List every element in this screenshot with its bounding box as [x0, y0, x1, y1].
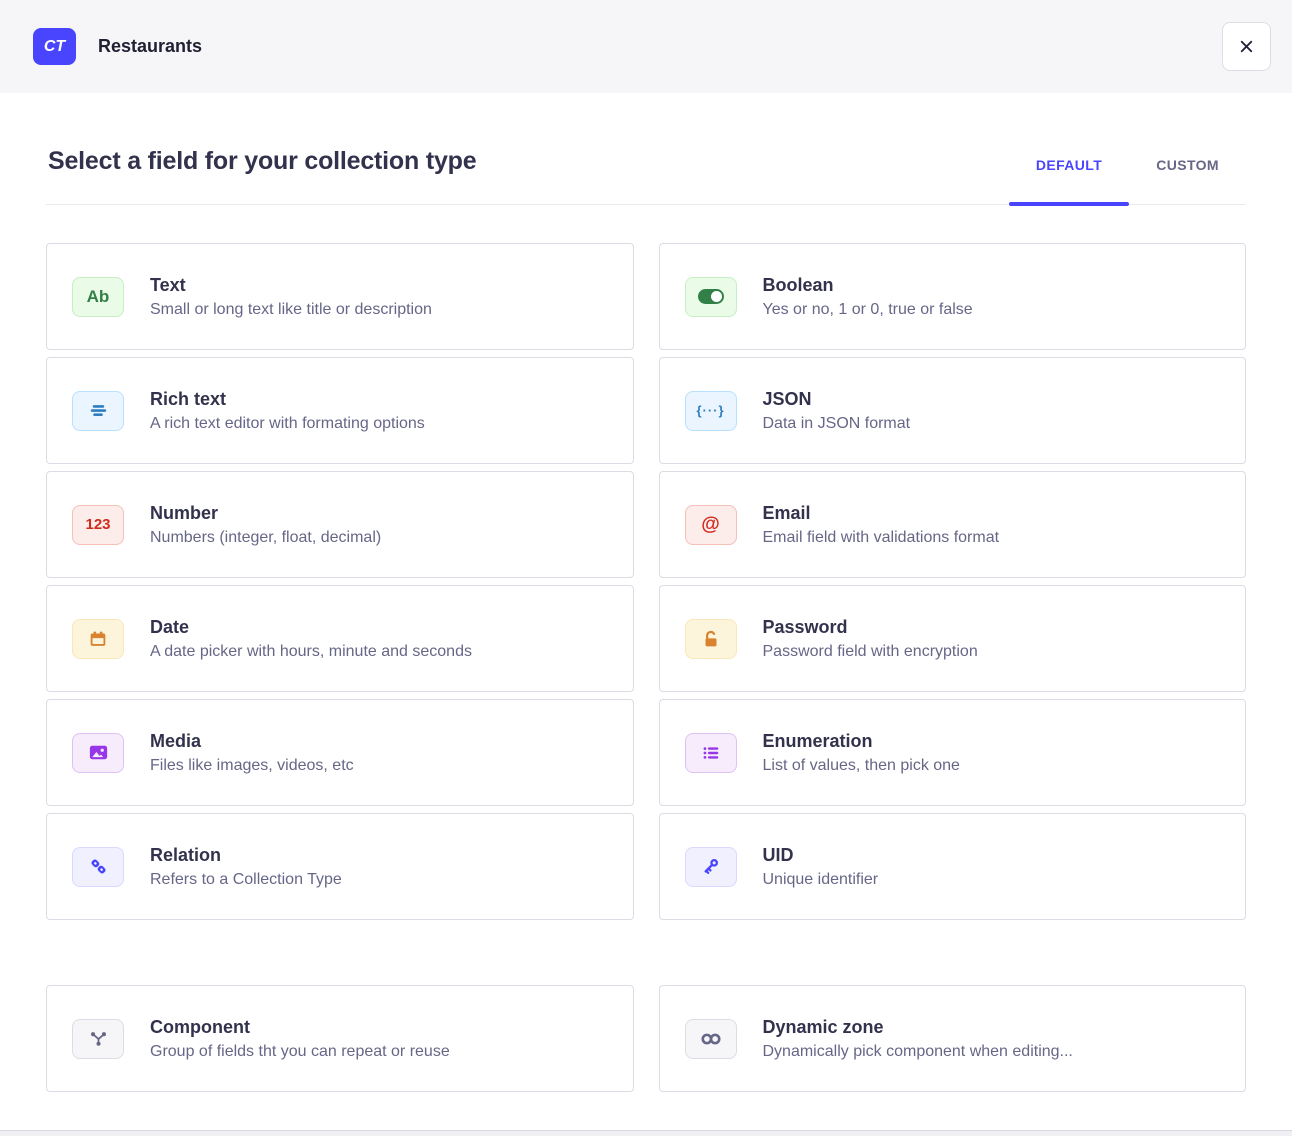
component-branch-icon: [72, 1019, 124, 1059]
modal-header: CT Restaurants: [0, 0, 1292, 93]
field-card-relation[interactable]: Relation Refers to a Collection Type: [46, 813, 634, 920]
number-123-icon: 123: [72, 505, 124, 545]
field-card-number[interactable]: 123 Number Numbers (integer, float, decima…: [46, 471, 634, 578]
title-row: Select a field for your collection type …: [46, 93, 1246, 205]
field-description: Data in JSON format: [763, 415, 911, 433]
field-title: Relation: [150, 845, 342, 866]
page-title: Select a field for your collection type: [48, 147, 476, 176]
modal-title: Restaurants: [98, 36, 1222, 57]
field-description: Group of fields tht you can repeat or re…: [150, 1043, 450, 1061]
boolean-toggle-icon: [685, 277, 737, 317]
email-at-icon: @: [685, 505, 737, 545]
field-description: Refers to a Collection Type: [150, 871, 342, 889]
date-calendar-icon: [72, 619, 124, 659]
field-title: Email: [763, 503, 1000, 524]
richtext-lines-icon: [72, 391, 124, 431]
field-card-uid[interactable]: UID Unique identifier: [659, 813, 1247, 920]
field-title: Text: [150, 275, 432, 296]
field-description: A rich text editor with formating option…: [150, 415, 425, 433]
field-description: Numbers (integer, float, decimal): [150, 529, 381, 547]
relation-links-icon: [72, 847, 124, 887]
field-description: Small or long text like title or descrip…: [150, 301, 432, 319]
field-description: Dynamically pick component when editing.…: [763, 1043, 1073, 1061]
uid-key-icon: [685, 847, 737, 887]
field-description: Unique identifier: [763, 871, 879, 889]
enumeration-list-icon: [685, 733, 737, 773]
field-title: JSON: [763, 389, 911, 410]
text-ab-icon: Ab: [72, 277, 124, 317]
field-title: Enumeration: [763, 731, 960, 752]
field-title: Number: [150, 503, 381, 524]
field-card-enumeration[interactable]: Enumeration List of values, then pick one: [659, 699, 1247, 806]
field-title: Rich text: [150, 389, 425, 410]
field-title: Password: [763, 617, 978, 638]
field-title: Media: [150, 731, 354, 752]
tab-custom[interactable]: CUSTOM: [1129, 157, 1246, 204]
field-card-rich-text[interactable]: Rich text A rich text editor with formati…: [46, 357, 634, 464]
field-card-boolean[interactable]: Boolean Yes or no, 1 or 0, true or false: [659, 243, 1247, 350]
close-icon: [1237, 37, 1256, 56]
field-description: A date picker with hours, minute and sec…: [150, 643, 472, 661]
dynamiczone-infinity-icon: [685, 1019, 737, 1059]
field-card-component[interactable]: Component Group of fields tht you can rep…: [46, 985, 634, 1092]
field-grid: Ab Text Small or long text like title or d…: [46, 243, 1246, 1092]
modal-footer-edge: [0, 1130, 1292, 1136]
close-button[interactable]: [1222, 22, 1271, 71]
field-card-dynamic-zone[interactable]: Dynamic zone Dynamically pick component w…: [659, 985, 1247, 1092]
field-description: Password field with encryption: [763, 643, 978, 661]
field-card-media[interactable]: Media Files like images, videos, etc: [46, 699, 634, 806]
field-card-text[interactable]: Ab Text Small or long text like title or d…: [46, 243, 634, 350]
json-braces-icon: {···}: [685, 391, 737, 431]
field-card-password[interactable]: Password Password field with encryption: [659, 585, 1247, 692]
content-type-badge-icon: CT: [33, 28, 76, 65]
password-lock-icon: [685, 619, 737, 659]
field-card-email[interactable]: @ Email Email field with validations forma…: [659, 471, 1247, 578]
field-card-json[interactable]: {···} JSON Data in JSON format: [659, 357, 1247, 464]
field-card-date[interactable]: Date A date picker with hours, minute and…: [46, 585, 634, 692]
field-title: Date: [150, 617, 472, 638]
tab-default[interactable]: DEFAULT: [1009, 157, 1129, 204]
field-title: Dynamic zone: [763, 1017, 1073, 1038]
tab-bar: DEFAULT CUSTOM: [1009, 157, 1246, 204]
field-description: Email field with validations format: [763, 529, 1000, 547]
field-description: Files like images, videos, etc: [150, 757, 354, 775]
field-description: List of values, then pick one: [763, 757, 960, 775]
field-description: Yes or no, 1 or 0, true or false: [763, 301, 973, 319]
field-title: Component: [150, 1017, 450, 1038]
field-title: Boolean: [763, 275, 973, 296]
media-picture-icon: [72, 733, 124, 773]
field-title: UID: [763, 845, 879, 866]
